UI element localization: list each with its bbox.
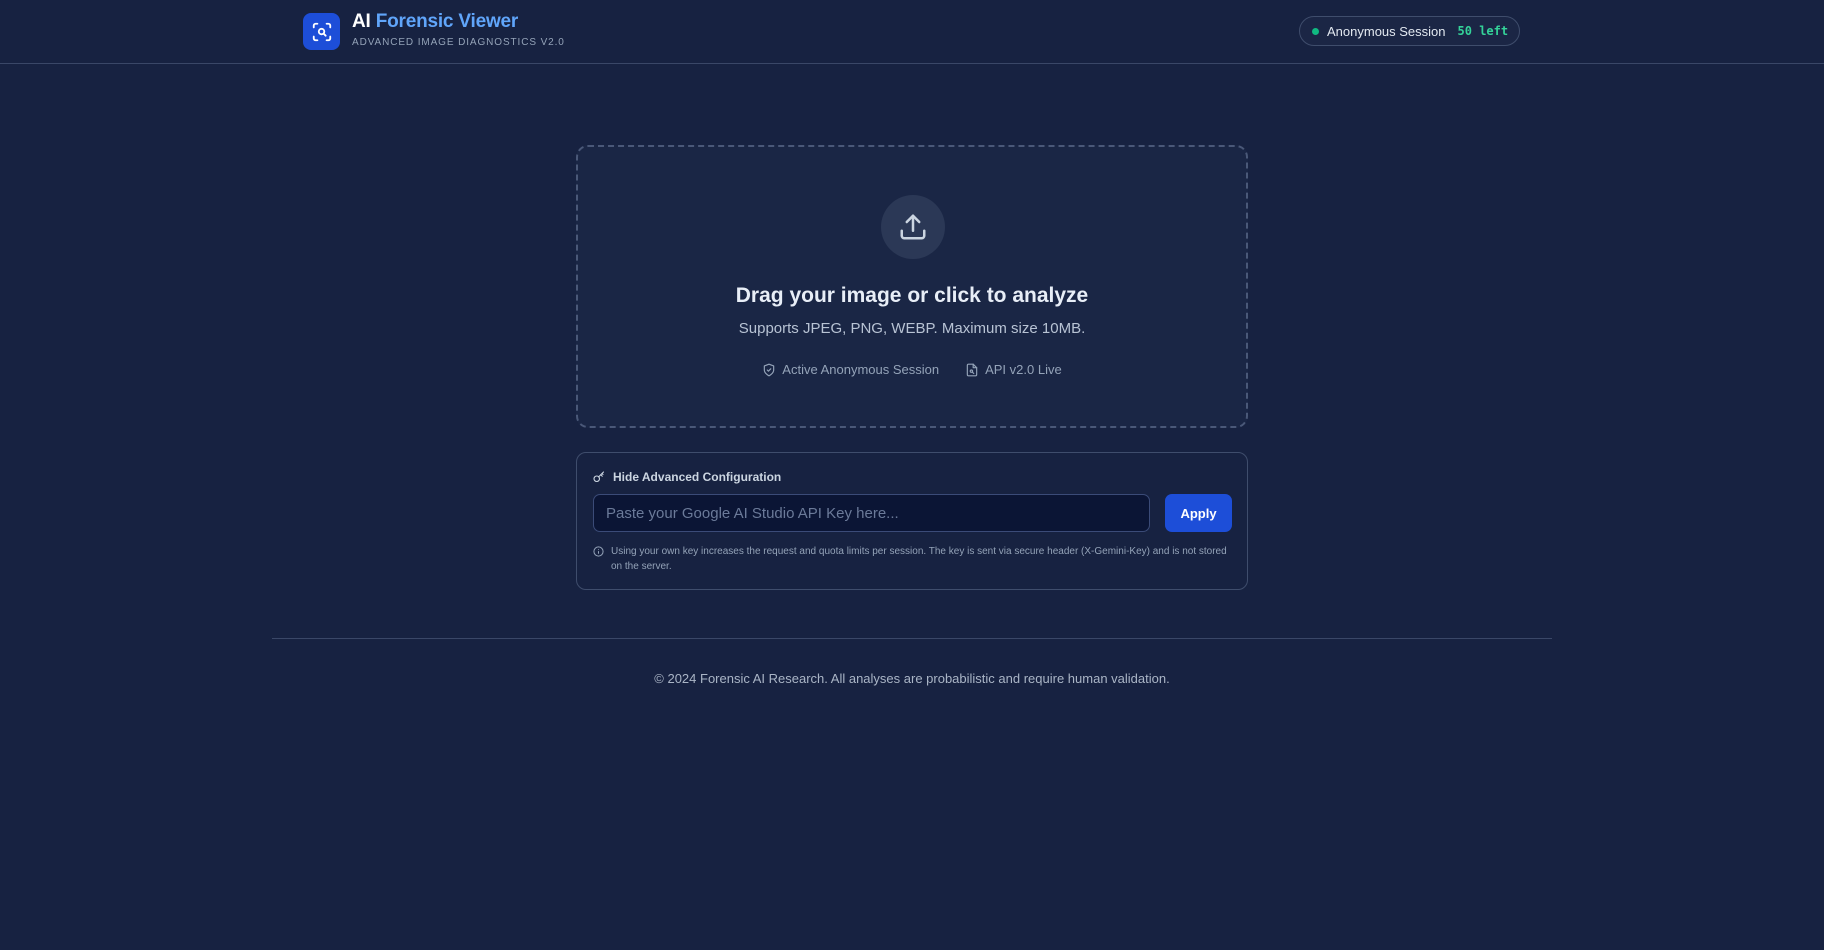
shield-check-icon (764, 363, 775, 376)
info-icon (593, 546, 604, 557)
app-title-name: Forensic Viewer (375, 11, 519, 32)
toggle-advanced-config-button[interactable]: Hide Advanced Configuration (593, 470, 781, 484)
app-header: AI Forensic Viewer ADVANCED IMAGE DIAGNO… (0, 0, 1824, 64)
session-status-badge[interactable]: Anonymous Session 50 left (1299, 16, 1520, 46)
meta-api-label: API v2.0 Live (985, 362, 1062, 377)
dropzone-title: Drag your image or click to analyze (735, 284, 1089, 307)
app-title: AI Forensic Viewer (352, 11, 518, 33)
dropzone-meta: Active Anonymous Session API v2.0 Live (578, 362, 1246, 377)
api-key-note-text: Using your own key increases the request… (611, 546, 1227, 572)
upload-icon (900, 214, 926, 240)
apply-button[interactable]: Apply (1165, 494, 1232, 532)
footer-disclaimer: © 2024 Forensic AI Research. All analyse… (654, 671, 1170, 686)
app-title-prefix: AI (352, 11, 371, 32)
dropzone-subtitle: Supports JPEG, PNG, WEBP. Maximum size 1… (738, 320, 1086, 337)
image-upload-dropzone[interactable]: Drag your image or click to analyze Supp… (576, 145, 1248, 428)
footer-divider (272, 638, 1552, 639)
meta-session-status: Active Anonymous Session (762, 362, 939, 377)
toggle-advanced-config-label: Hide Advanced Configuration (613, 470, 782, 484)
app-subtitle: ADVANCED IMAGE DIAGNOSTICS V2.0 (352, 37, 565, 48)
api-key-input[interactable] (593, 494, 1150, 532)
meta-session-label: Active Anonymous Session (782, 362, 940, 377)
upload-icon-container (881, 195, 945, 259)
scan-search-icon (312, 22, 331, 41)
app-logo[interactable] (303, 13, 340, 50)
session-label: Anonymous Session (1327, 23, 1446, 39)
file-icon (966, 363, 978, 376)
api-key-note: Using your own key increases the request… (593, 544, 1229, 574)
session-remaining-count: 50 left (1457, 24, 1509, 38)
session-status-dot-icon (1312, 27, 1319, 35)
advanced-config-panel: Hide Advanced Configuration Apply Using … (576, 452, 1248, 590)
meta-api-status: API v2.0 Live (965, 362, 1062, 377)
key-icon (593, 471, 605, 483)
